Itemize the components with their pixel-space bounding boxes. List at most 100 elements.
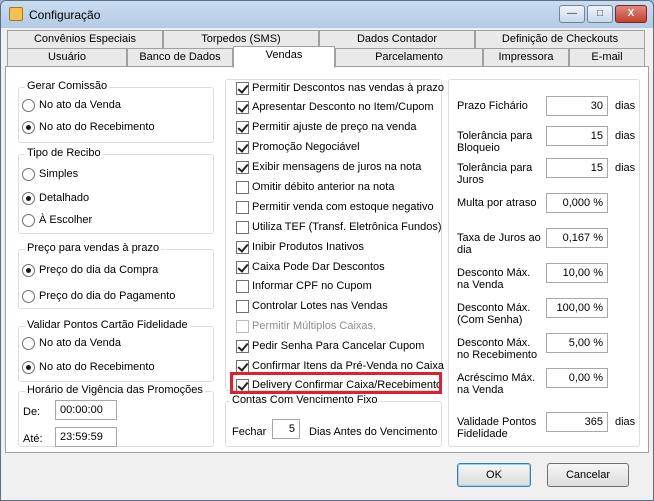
group-opcoes-venda: Permitir Descontos nas vendas à prazo Apr… [225,79,444,392]
radio-button[interactable] [22,263,35,277]
parameter-input[interactable]: 15 [546,158,608,178]
group-tipo-recibo: Tipo de Recibo Simples Detalhado À Escol… [18,147,214,234]
radio-comissao-venda[interactable]: No ato da Venda [22,98,121,114]
app-icon [9,7,23,21]
checkbox[interactable] [236,339,249,353]
input-horario-de[interactable]: 00:00:00 [55,400,117,420]
cancel-button[interactable]: Cancelar [547,463,629,487]
group-title: Preço para vendas à prazo [25,242,162,254]
tab-usuario[interactable]: Usuário [7,48,127,66]
parameter-label: Desconto Máx. (Com Senha) [457,302,531,326]
checkbox[interactable] [236,180,249,194]
radio-button[interactable] [22,213,35,227]
minimize-button[interactable]: — [559,5,585,23]
radio-button[interactable] [22,191,35,205]
label-fechar: Fechar [232,426,267,438]
label-dias-antes: Dias Antes do Vencimento [309,426,438,438]
radio-recibo-escolher[interactable]: À Escolher [22,213,92,229]
radio-button[interactable] [22,289,35,303]
title-bar[interactable]: Configuração — □ X [1,1,653,28]
radio-button[interactable] [22,360,35,374]
checkbox[interactable] [236,120,249,134]
checkbox[interactable] [236,140,249,154]
radio-preco-compra[interactable]: Preço do dia da Compra [22,263,158,279]
parameter-unit: dias [615,130,636,142]
checkbox[interactable] [236,200,249,214]
tab-vendas[interactable]: Vendas [233,46,335,68]
checkbox-row[interactable]: Utiliza TEF (Transf. Eletrônica Fundos) [236,220,442,236]
tab-banco-dados[interactable]: Banco de Dados [127,48,233,66]
checkbox[interactable] [236,100,249,114]
parameter-label: Tolerância para Bloqueio [457,130,533,154]
checkbox-row[interactable]: Permitir ajuste de preço na venda [236,120,416,136]
parameter-unit: dias [615,416,636,428]
radio-button[interactable] [22,120,35,134]
tab-parcelamento[interactable]: Parcelamento [335,48,483,66]
checkbox[interactable] [236,279,249,293]
tab-dados-contador[interactable]: Dados Contador [319,30,475,48]
parameter-label: Desconto Máx. na Venda [457,267,531,291]
ok-button[interactable]: OK [457,463,531,487]
parameter-unit: dias [615,100,636,112]
radio-recibo-detalhado[interactable]: Detalhado [22,191,89,207]
parameter-unit: dias [615,162,636,174]
radio-button[interactable] [22,167,35,181]
checkbox-row: Permitir Múltiplos Caixas. [236,319,376,335]
checkbox-row[interactable]: Informar CPF no Cupom [236,279,372,295]
checkbox-label: Permitir Descontos nas vendas à prazo [252,82,444,95]
tab-email[interactable]: E-mail [569,48,645,66]
radio-recibo-simples[interactable]: Simples [22,167,78,183]
parameter-label: Acréscimo Máx. na Venda [457,372,536,396]
parameter-input[interactable]: 30 [546,96,608,116]
tab-convenios[interactable]: Convênios Especiais [7,30,163,48]
checkbox-label: Inibir Produtos Inativos [252,241,364,254]
checkbox-label: Permitir Múltiplos Caixas. [252,320,377,333]
tab-definicao-checkouts[interactable]: Definição de Checkouts [475,30,645,48]
group-horario-vigencia: Horário de Vigência das Promoções De: 00… [18,384,214,447]
checkbox[interactable] [236,240,249,254]
radio-button[interactable] [22,98,35,112]
parameter-input[interactable]: 0,00 % [546,368,608,388]
checkbox-row[interactable]: Apresentar Desconto no Item/Cupom [236,100,434,116]
radio-pontos-recebimento[interactable]: No ato do Recebimento [22,360,155,376]
parameter-input[interactable]: 100,00 % [546,298,608,318]
radio-pontos-venda[interactable]: No ato da Venda [22,336,121,352]
input-dias-vencimento[interactable]: 5 [272,419,300,439]
maximize-button[interactable]: □ [587,5,613,23]
checkbox-row[interactable]: Pedir Senha Para Cancelar Cupom [236,339,424,355]
checkbox-row[interactable]: Inibir Produtos Inativos [236,240,364,256]
checkbox-label: Utiliza TEF (Transf. Eletrônica Fundos) [252,221,442,234]
parameter-input[interactable]: 10,00 % [546,263,608,283]
checkbox-row[interactable]: Permitir Descontos nas vendas à prazo [236,81,444,97]
checkbox[interactable] [236,359,249,373]
checkbox[interactable] [236,81,249,95]
radio-preco-pagamento[interactable]: Preço do dia do Pagamento [22,289,175,305]
input-horario-ate[interactable]: 23:59:59 [55,427,117,447]
checkbox[interactable] [236,260,249,274]
checkbox-label: Permitir ajuste de preço na venda [252,121,417,134]
parameter-input[interactable]: 365 [546,412,608,432]
parameter-input[interactable]: 0,167 % [546,228,608,248]
radio-comissao-recebimento[interactable]: No ato do Recebimento [22,120,155,136]
checkbox-label: Informar CPF no Cupom [252,280,372,293]
parameter-input[interactable]: 0,000 % [546,193,608,213]
group-contas-vencimento: Contas Com Vencimento Fixo Fechar 5 Dias… [225,394,442,447]
checkbox[interactable] [236,299,249,313]
radio-button[interactable] [22,336,35,350]
checkbox-row[interactable]: Permitir venda com estoque negativo [236,200,434,216]
checkbox-row[interactable]: Promoção Negociável [236,140,360,156]
checkbox-row[interactable]: Controlar Lotes nas Vendas [236,299,388,315]
parameter-input[interactable]: 15 [546,126,608,146]
parameter-input[interactable]: 5,00 % [546,333,608,353]
checkbox-row[interactable]: Exibir mensagens de juros na nota [236,160,421,176]
checkbox[interactable] [236,220,249,234]
tab-impressora[interactable]: Impressora [483,48,569,66]
checkbox[interactable] [236,160,249,174]
close-button[interactable]: X [615,5,647,23]
checkbox-row[interactable]: Caixa Pode Dar Descontos [236,260,385,276]
checkbox-row[interactable]: Omitir débito anterior na nota [236,180,394,196]
highlight-box [230,372,442,394]
parameter-label: Tolerância para Juros [457,162,533,186]
parameter-label: Taxa de Juros ao dia [457,232,541,256]
label-ate: Até: [23,433,43,445]
